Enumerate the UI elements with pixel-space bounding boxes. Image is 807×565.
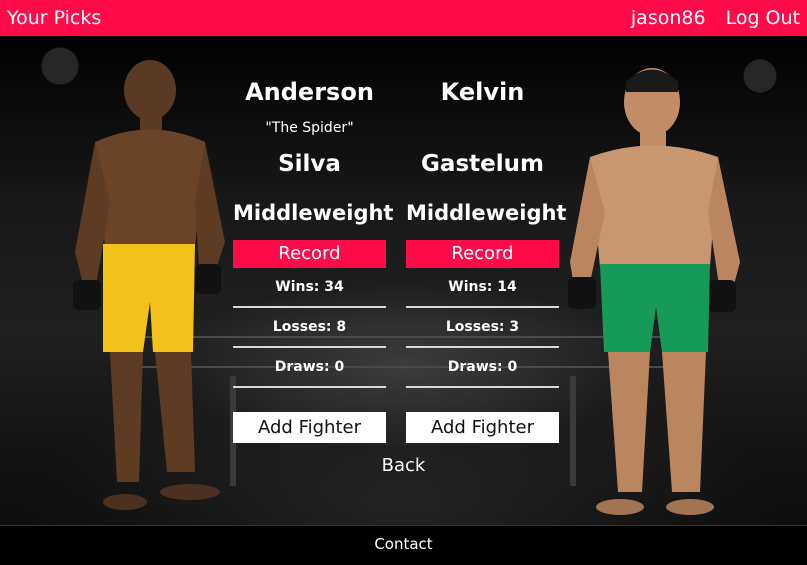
footer: Contact: [0, 526, 807, 565]
losses-stat: Losses: 3: [406, 308, 559, 348]
fighter-last-name: Gastelum: [421, 151, 544, 177]
shorts-right: [600, 264, 710, 352]
draws-stat: Draws: 0: [406, 348, 559, 388]
draws-stat: Draws: 0: [233, 348, 386, 388]
losses-stat: Losses: 8: [233, 308, 386, 348]
fighter-nickname: "The Spider": [265, 120, 354, 136]
fighter-weight-class: Middleweight: [406, 201, 567, 225]
top-nav-bar: Your Picks jason86 Log Out: [0, 0, 807, 36]
fighter-card-1: Anderson "The Spider" Silva Middleweight…: [233, 70, 394, 443]
back-container: Back: [0, 455, 807, 476]
shorts-left: [103, 244, 195, 352]
fighter-weight-class: Middleweight: [233, 201, 394, 225]
wins-stat: Wins: 14: [406, 268, 559, 308]
your-picks-link[interactable]: Your Picks: [7, 7, 101, 29]
user-nav: jason86 Log Out: [631, 7, 800, 29]
fighter-silhouette-left: [73, 60, 225, 510]
record-button[interactable]: Record: [406, 240, 559, 268]
fighter-nickname: [406, 114, 559, 142]
add-fighter-button[interactable]: Add Fighter: [233, 412, 386, 443]
fighter-last-name: Silva: [278, 151, 341, 177]
contact-link[interactable]: Contact: [374, 535, 432, 553]
username-link[interactable]: jason86: [631, 7, 706, 29]
back-link[interactable]: Back: [382, 455, 426, 476]
record-button[interactable]: Record: [233, 240, 386, 268]
wins-stat: Wins: 34: [233, 268, 386, 308]
fighter-card-2: Kelvin Gastelum Middleweight Record Wins…: [406, 70, 567, 443]
add-fighter-button[interactable]: Add Fighter: [406, 412, 559, 443]
fighter-first-name: Anderson: [245, 78, 374, 106]
fighter-first-name: Kelvin: [440, 78, 525, 106]
logout-link[interactable]: Log Out: [726, 7, 800, 29]
fighter-silhouette-right: [568, 68, 740, 515]
fighter-image-left: [55, 52, 255, 522]
fighter-image-right: [560, 52, 760, 522]
